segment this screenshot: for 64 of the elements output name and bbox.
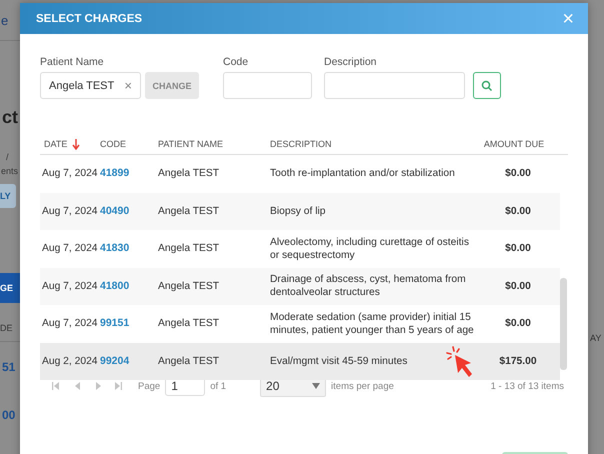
page-label: Page [138, 380, 160, 392]
description-cell-text: Moderate sedation (same provider) initial 15 minutes, patient younger than 5 years of age [269, 310, 474, 337]
description-cell-text: Eval/mgmt visit 45-59 minutes [269, 354, 408, 368]
page-heading: ct [2, 107, 20, 128]
search-button[interactable] [473, 72, 501, 99]
search-icon [481, 80, 493, 92]
description-cell-text: Alveolectomy, including curettage of osteitis or sequestrectomy [269, 236, 470, 262]
caret-icon [312, 383, 320, 389]
table-row[interactable]: Aug 7, 2024 41899 Angela TEST Tooth re-implantation and/or stabilization $0.00 [40, 155, 560, 192]
field-label: / [6, 151, 10, 164]
patient-cell-text: Angela TEST [157, 242, 220, 256]
field-label: Patient Name [40, 56, 105, 68]
items-summary: 1 - 13 of 13 items [490, 380, 564, 392]
page-count: of 1 [210, 380, 226, 392]
amount-cell-text: $0.00 [504, 317, 532, 330]
clear-icon[interactable]: × [124, 78, 132, 93]
code-link[interactable]: 99151 [98, 317, 156, 330]
column-header[interactable]: DESCRIPTION [270, 139, 332, 149]
date-cell-text: Aug 7, 2024 [41, 204, 98, 218]
pager-arrows-icon[interactable] [52, 381, 122, 391]
patient-cell-text: Angela TEST [157, 354, 220, 368]
table-row[interactable]: Aug 7, 2024 99151 Angela TEST Moderate sedation (same provider) initial 15 minutes, patient younger than 5 years of age $0.00 [40, 305, 560, 342]
field-label: ents [1, 165, 20, 178]
code-field[interactable] [223, 72, 312, 99]
description-cell-text: Biopsy of lip [269, 204, 327, 218]
code-link[interactable]: 41800 [98, 280, 156, 293]
date-cell-text: Aug 7, 2024 [41, 242, 98, 256]
apply-button[interactable]: LY [0, 184, 16, 208]
table-row[interactable]: Aug 2, 2024 99204 Angela TEST Eval/mgmt visit 45-59 minutes $175.00 [40, 342, 560, 380]
dialog-title: SELECT CHARGES [36, 12, 142, 24]
scrollbar-thumb[interactable] [560, 278, 567, 370]
amount-cell-text: $0.00 [504, 167, 532, 180]
amount-cell-text: $0.00 [504, 280, 532, 293]
date-cell-text: Aug 7, 2024 [41, 167, 98, 180]
charge-button[interactable]: GE [0, 273, 20, 303]
patient-field[interactable]: Angela TEST × [40, 72, 141, 99]
patient-cell-text: Angela TEST [157, 317, 220, 330]
field-label: Code [223, 56, 250, 68]
description-cell-text: Tooth re-implantation and/or stabilization [269, 167, 456, 180]
field-label: Description [324, 56, 378, 68]
amount-cell-text: $0.00 [504, 242, 532, 256]
date-cell-text: Aug 7, 2024 [41, 280, 98, 293]
table-row[interactable]: Aug 7, 2024 41830 Angela TEST Alveolectomy, including curettage of osteitis or sequestrectomy $0.00 [40, 230, 560, 268]
code-link[interactable]: 40490 [98, 204, 156, 218]
patient-cell-text: Angela TEST [157, 204, 220, 218]
table-row[interactable]: Aug 7, 2024 41800 Angela TEST Drainage of abscess, cyst, hematoma from dentoalveolar structures $0.00 [40, 268, 560, 305]
patient-cell-text: Angela TEST [157, 280, 220, 293]
description-field[interactable] [324, 72, 465, 99]
column-header: DE [0, 323, 13, 333]
date-cell-text: Aug 2, 2024 [41, 354, 98, 368]
code-link[interactable]: 41830 [98, 242, 156, 256]
column-header[interactable]: AMOUNT DUE [484, 139, 544, 149]
patient-cell-text: Angela TEST [157, 167, 220, 180]
column-header[interactable]: DATE [44, 139, 68, 149]
date-cell-text: Aug 7, 2024 [41, 317, 98, 330]
table-row[interactable]: Aug 7, 2024 40490 Angela TEST Biopsy of lip $0.00 [40, 192, 560, 230]
column-header[interactable]: PATIENT NAME [158, 139, 224, 149]
amount-cell-text: $0.00 [504, 204, 532, 218]
column-header[interactable]: CODE [100, 139, 126, 149]
column-header: AY [590, 333, 602, 343]
amount-cell-text: $175.00 [498, 354, 538, 368]
code-link[interactable]: 41899 [98, 167, 156, 180]
page-size-label: items per page [331, 380, 394, 392]
description-cell-text: Drainage of abscess, cyst, hematoma from dentoalveolar structures [269, 273, 467, 300]
